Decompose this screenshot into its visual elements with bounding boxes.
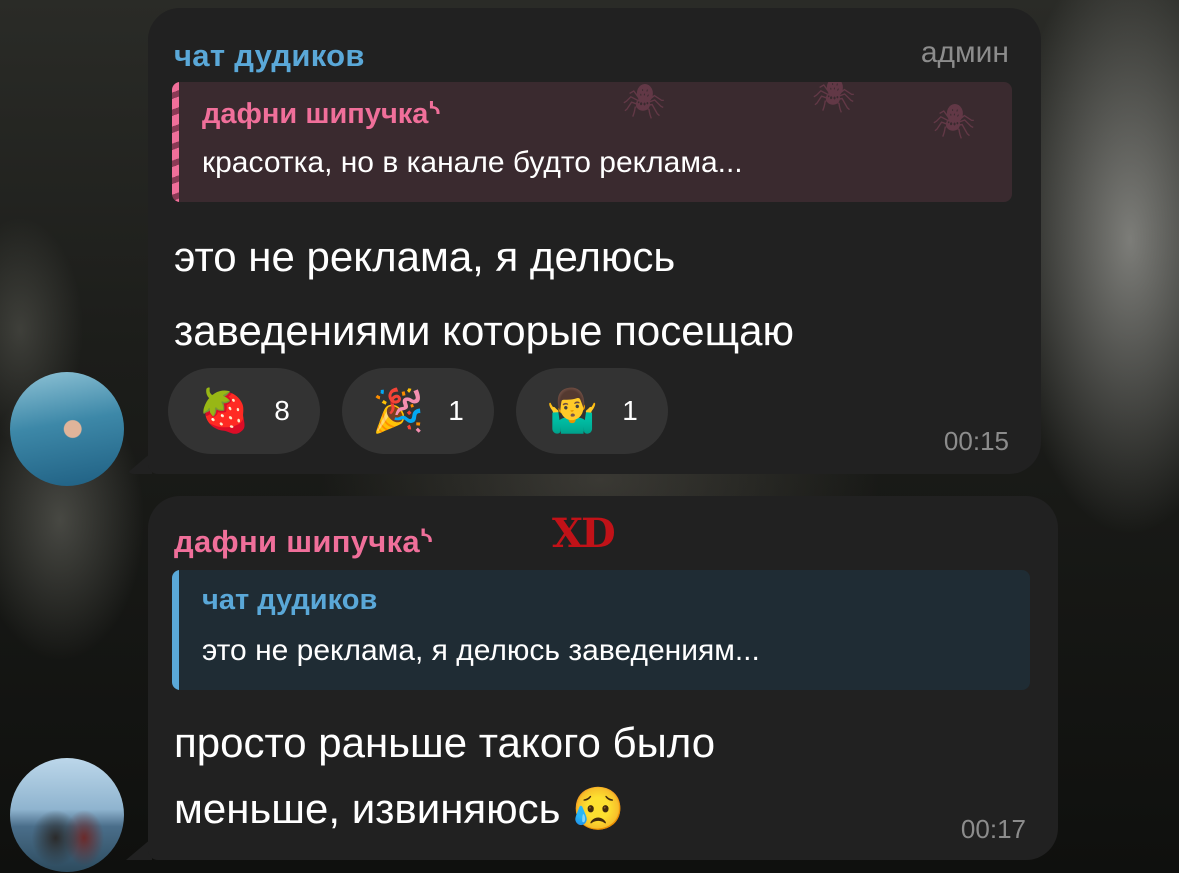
reply-author: дафни шипучкаᔅ	[202, 96, 441, 131]
spider-icon: 🕷	[622, 83, 666, 121]
reply-author-suffix: ᔅ	[428, 98, 441, 130]
reaction-count: 8	[274, 395, 290, 426]
reply-author-name: дафни шипучка	[202, 98, 429, 130]
quote-bar	[172, 570, 179, 690]
message-text-line: меньше, извиняюсь 😥	[174, 785, 625, 832]
party-popper-icon: 🎉	[372, 387, 425, 434]
reply-author: чат дудиков	[202, 584, 378, 616]
sender-name[interactable]: дафни шипучкаᔅ	[174, 524, 433, 560]
shrug-icon: 🤷‍♂️	[546, 387, 599, 434]
message-time: 00:15	[943, 426, 1009, 456]
sender-name-suffix: ᔅ	[419, 524, 434, 559]
message-bubble[interactable]: чат дудиков админ 🕷 🕷 🕷 дафни шипучкаᔅ к…	[148, 8, 1041, 474]
message-text-line: заведениями которые посещаю	[174, 307, 795, 354]
reply-text: красотка, но в канале будто реклама...	[202, 146, 743, 179]
reaction-strawberry[interactable]: 🍓 8	[168, 368, 320, 454]
avatar-dafni[interactable]	[10, 758, 124, 872]
avatar-chat-dudikov[interactable]	[10, 372, 124, 486]
quote-bar	[172, 82, 179, 202]
spider-icon: 🕷	[932, 103, 976, 141]
message-text-line: это не реклама, я делюсь	[174, 233, 676, 280]
spider-icon: 🕷	[812, 82, 856, 115]
reaction-count: 1	[622, 395, 638, 426]
sender-name-text: дафни шипучка	[174, 524, 420, 559]
reaction-count: 1	[448, 395, 464, 426]
strawberry-icon: 🍓	[198, 387, 251, 434]
message-text-line: просто раньше такого было	[174, 719, 716, 766]
reaction-party[interactable]: 🎉 1	[342, 368, 494, 454]
reply-text: это не реклама, я делюсь заведениям...	[202, 634, 760, 667]
admin-badge: админ	[920, 36, 1009, 69]
reply-quote[interactable]: 🕷 🕷 🕷 дафни шипучкаᔅ красотка, но в кана…	[172, 82, 1012, 202]
reply-quote[interactable]: чат дудиков это не реклама, я делюсь зав…	[172, 570, 1030, 690]
reaction-shrug[interactable]: 🤷‍♂️ 1	[516, 368, 668, 454]
sender-name[interactable]: чат дудиков	[174, 38, 365, 74]
message-time: 00:17	[960, 814, 1026, 844]
message-bubble[interactable]: дафни шипучкаᔅ XD чат дудиков это не рек…	[148, 496, 1058, 860]
xd-emoji-status: XD	[552, 510, 616, 557]
